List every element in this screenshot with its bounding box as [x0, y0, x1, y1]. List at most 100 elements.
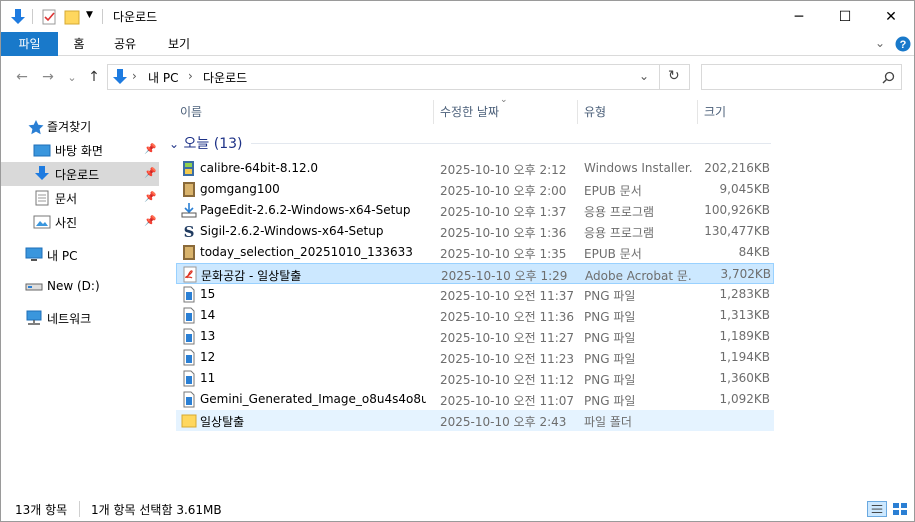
file-type: PNG 파일	[584, 331, 636, 345]
address-bar[interactable]: › 내 PC › 다운로드 ⌄ ↻	[107, 64, 690, 90]
setup-file-icon	[181, 203, 197, 218]
sidebar-item-drive-d[interactable]: New (D:)	[1, 274, 159, 298]
sidebar-item-documents[interactable]: 문서 📌	[1, 186, 159, 210]
minimize-button[interactable]: ─	[776, 1, 822, 32]
file-row[interactable]: 12 2025-10-10 오전 11:23 PNG 파일 1,194KB	[176, 347, 774, 368]
file-row[interactable]: Gemini_Generated_Image_o8u4s4o8u4s... 202…	[176, 389, 774, 410]
file-type: PNG 파일	[584, 289, 636, 303]
divider	[102, 9, 103, 24]
file-row[interactable]: 13 2025-10-10 오전 11:27 PNG 파일 1,189KB	[176, 326, 774, 347]
file-type: 응용 프로그램	[584, 226, 655, 240]
download-folder-icon	[113, 69, 127, 84]
sidebar-item-quick-access[interactable]: 즐겨찾기	[1, 114, 159, 138]
column-header-type[interactable]: 유형	[584, 100, 606, 124]
file-type: EPUB 문서	[584, 247, 642, 261]
column-header-size[interactable]: 크기	[704, 100, 726, 124]
drive-icon	[25, 283, 43, 291]
sidebar-item-label: 바탕 화면	[55, 143, 103, 158]
file-row[interactable]: S Sigil-2.6.2-Windows-x64-Setup 2025-10-10…	[176, 221, 774, 242]
sidebar-item-this-pc[interactable]: 내 PC	[1, 243, 159, 267]
file-row[interactable]: PageEdit-2.6.2-Windows-x64-Setup 2025-10-…	[176, 200, 774, 221]
file-row[interactable]: 11 2025-10-10 오전 11:12 PNG 파일 1,360KB	[176, 368, 774, 389]
file-name: 일상탈출	[200, 415, 245, 429]
file-size: 1,092KB	[719, 392, 770, 406]
column-header-name[interactable]: 이름	[180, 100, 202, 124]
file-row[interactable]: 일상탈출 2025-10-10 오후 2:43 파일 폴더	[176, 410, 774, 431]
file-row[interactable]: gomgang100 2025-10-10 오후 2:00 EPUB 문서 9,045…	[176, 179, 774, 200]
ribbon-tabs: 파일 홈 공유 보기 ⌄ ?	[1, 32, 914, 56]
file-row[interactable]: 문화공감 - 일상탈출 2025-10-10 오후 1:29 Adobe Acrob…	[176, 263, 774, 284]
new-folder-icon[interactable]	[64, 7, 80, 27]
svg-text:S: S	[184, 223, 195, 240]
file-row[interactable]: 15 2025-10-10 오전 11:37 PNG 파일 1,283KB	[176, 284, 774, 305]
back-button[interactable]: ←	[13, 68, 31, 86]
sidebar-item-label: 문서	[55, 191, 78, 206]
group-collapse-chevron-icon: ⌄	[169, 137, 180, 151]
network-icon	[26, 310, 42, 325]
window-title: 다운로드	[113, 10, 158, 24]
file-name: calibre-64bit-8.12.0	[200, 161, 319, 175]
sidebar-item-downloads[interactable]: 다운로드 📌	[1, 162, 159, 186]
epub-file-icon	[183, 182, 195, 197]
computer-icon	[25, 247, 43, 261]
up-arrow-icon: ↑	[88, 69, 100, 85]
file-size: 1,360KB	[719, 371, 770, 385]
sidebar-item-label: 사진	[55, 215, 78, 230]
file-size: 1,283KB	[719, 287, 770, 301]
tab-home[interactable]: 홈	[63, 32, 95, 56]
sidebar-item-label: 내 PC	[47, 248, 78, 263]
group-header-today[interactable]: ⌄ 오늘 (13)	[169, 133, 242, 153]
file-row[interactable]: 14 2025-10-10 오전 11:36 PNG 파일 1,313KB	[176, 305, 774, 326]
tab-share[interactable]: 공유	[105, 32, 145, 56]
refresh-icon[interactable]: ↻	[668, 68, 680, 84]
properties-icon[interactable]	[41, 7, 57, 27]
download-arrow-icon	[11, 9, 25, 24]
file-date: 2025-10-10 오전 11:27	[440, 331, 575, 345]
forward-arrow-icon: →	[42, 69, 54, 85]
up-button[interactable]: ↑	[85, 68, 103, 86]
breadcrumb-downloads[interactable]: 다운로드	[203, 69, 247, 86]
column-divider[interactable]	[577, 100, 578, 124]
file-type: PNG 파일	[584, 394, 636, 408]
file-name: 13	[200, 329, 216, 343]
svg-text:?: ?	[900, 39, 907, 51]
file-size: 84KB	[738, 245, 770, 259]
group-divider	[251, 143, 771, 144]
forward-button[interactable]: →	[39, 68, 57, 86]
customize-quick-access-icon[interactable]: ▼	[86, 10, 93, 20]
file-name: 11	[200, 371, 216, 385]
navigation-bar: ← → ⌄ ↑ › 내 PC › 다운로드 ⌄ ↻	[1, 61, 914, 93]
column-divider[interactable]	[433, 100, 434, 124]
file-row[interactable]: calibre-64bit-8.12.0 2025-10-10 오후 2:12 Wi…	[176, 158, 774, 179]
search-input[interactable]	[701, 64, 902, 90]
expand-ribbon-icon[interactable]: ⌄	[875, 36, 885, 50]
sidebar-item-pictures[interactable]: 사진 📌	[1, 210, 159, 234]
file-size: 202,216KB	[704, 161, 770, 175]
divider	[79, 501, 80, 517]
file-date: 2025-10-10 오후 2:00	[440, 184, 567, 198]
file-date: 2025-10-10 오후 1:35	[440, 247, 567, 261]
close-button[interactable]: ✕	[868, 1, 914, 32]
tab-file[interactable]: 파일	[1, 32, 58, 56]
file-name: 12	[200, 350, 216, 364]
help-icon[interactable]: ?	[895, 36, 911, 52]
minimize-icon: ─	[794, 8, 804, 25]
pin-icon: 📌	[144, 216, 157, 227]
pdf-file-icon	[183, 266, 197, 283]
recent-locations-button[interactable]: ⌄	[63, 68, 81, 86]
file-row[interactable]: today_selection_20251010_133633 2025-10-1…	[176, 242, 774, 263]
breadcrumb-this-pc[interactable]: 내 PC	[148, 69, 178, 86]
file-size: 1,313KB	[719, 308, 770, 322]
details-view-icon[interactable]	[867, 501, 887, 517]
maximize-button[interactable]: ☐	[822, 1, 868, 32]
sidebar-item-network[interactable]: 네트워크	[1, 306, 159, 330]
column-divider[interactable]	[697, 100, 698, 124]
address-dropdown-icon[interactable]: ⌄	[639, 69, 649, 83]
file-size: 1,194KB	[719, 350, 770, 364]
sidebar-item-desktop[interactable]: 바탕 화면 📌	[1, 138, 159, 162]
large-icons-view-icon[interactable]	[890, 501, 910, 517]
pin-icon: 📌	[144, 144, 157, 155]
tab-view[interactable]: 보기	[159, 32, 199, 56]
file-type: 파일 폴더	[584, 415, 632, 429]
column-header-date[interactable]: 수정한 날짜	[440, 100, 499, 124]
